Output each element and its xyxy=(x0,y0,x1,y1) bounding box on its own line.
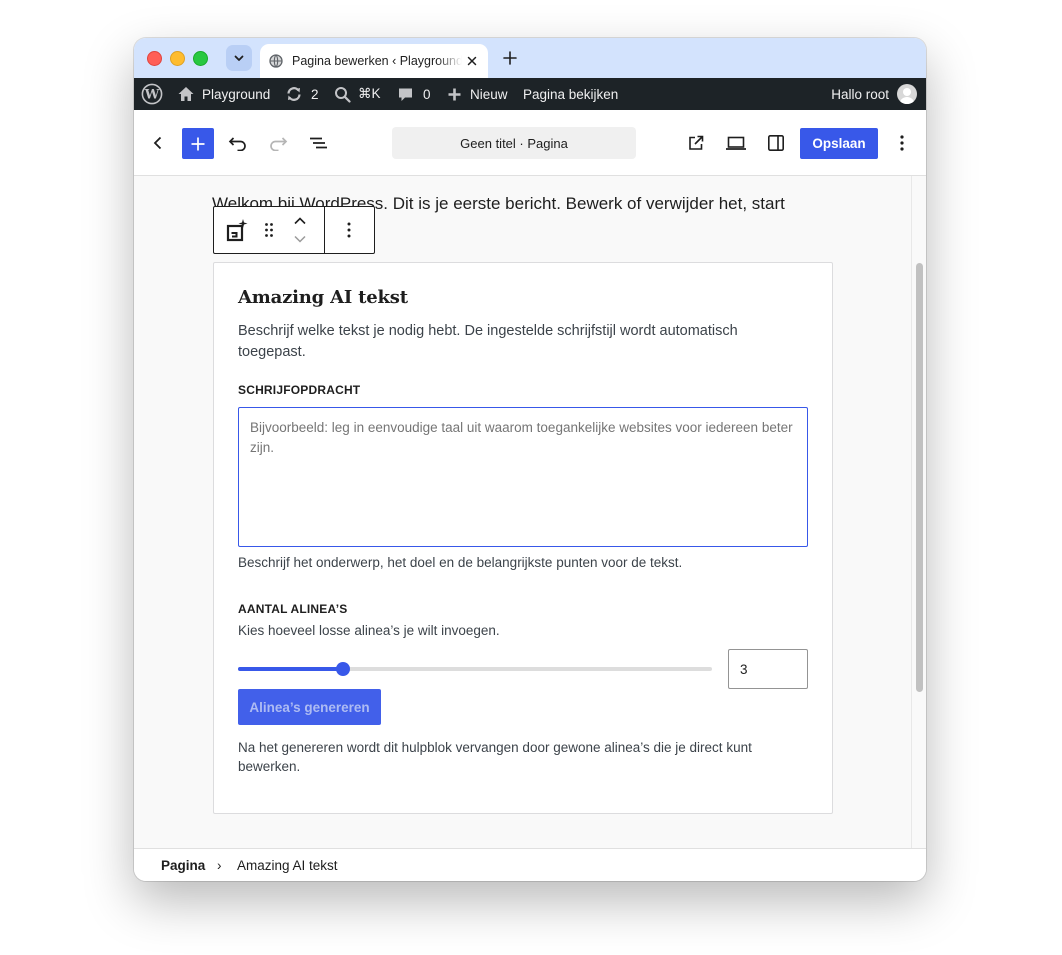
close-window-button[interactable] xyxy=(147,51,162,66)
comments-count: 0 xyxy=(423,86,431,102)
home-icon xyxy=(178,87,194,101)
more-vertical-icon xyxy=(347,222,351,238)
chevron-up-icon xyxy=(294,217,306,225)
block-breadcrumb: Pagina › Amazing AI tekst xyxy=(134,848,926,881)
ai-block-title: Amazing AI tekst xyxy=(238,287,408,308)
canvas-scrollbar[interactable] xyxy=(911,176,926,848)
external-link-icon xyxy=(689,135,704,150)
block-type-button[interactable] xyxy=(222,215,252,245)
site-name-label: Playground xyxy=(202,86,271,102)
drag-handle[interactable] xyxy=(258,217,280,243)
block-inserter-button[interactable] xyxy=(182,128,214,159)
breadcrumb-root[interactable]: Pagina xyxy=(161,849,205,881)
more-vertical-icon xyxy=(900,135,904,151)
new-tab-button[interactable] xyxy=(502,50,518,66)
ai-block-description: Beschrijf welke tekst je nodig hebt. De … xyxy=(238,323,738,360)
settings-sidebar-toggle[interactable] xyxy=(764,130,788,156)
prompt-label: SCHRIJFOPDRACHT xyxy=(238,383,361,397)
document-title-bar[interactable]: Geen titel · Pagina xyxy=(392,127,636,159)
tab-list-dropdown[interactable] xyxy=(226,45,252,71)
undo-icon xyxy=(228,137,246,151)
wordpress-logo-icon: W xyxy=(141,83,163,105)
chevron-left-icon xyxy=(153,136,162,150)
greeting-label: Hallo root xyxy=(831,86,889,102)
paragraphs-number-input[interactable] xyxy=(728,649,808,689)
paragraphs-label: AANTAL ALINEA’S xyxy=(238,602,348,616)
wp-admin-bar: W Playground 2 ⌘K 0 Nieuw Pagina bekijke… xyxy=(134,78,926,110)
site-name-menu[interactable]: Playground xyxy=(177,78,270,110)
document-title: Geen titel · Pagina xyxy=(460,135,568,151)
move-up-button[interactable] xyxy=(288,213,312,229)
view-page-label: Pagina bekijken xyxy=(523,86,619,102)
maximize-window-button[interactable] xyxy=(193,51,208,66)
search-shortcut: ⌘K xyxy=(358,86,381,101)
view-page-link[interactable]: Pagina bekijken xyxy=(523,78,618,110)
breadcrumb-current: Amazing AI tekst xyxy=(237,858,338,873)
list-view-icon xyxy=(310,137,327,149)
generate-paragraphs-button[interactable]: Alinea’s genereren xyxy=(238,689,381,725)
paragraphs-help-text: Kies hoeveel losse alinea’s je wilt invo… xyxy=(238,623,500,638)
breadcrumb-separator: › xyxy=(217,858,222,873)
comment-icon xyxy=(399,88,412,101)
save-button[interactable]: Opslaan xyxy=(800,128,878,159)
ai-block-footnote: Na het genereren wordt dit hulpblok verv… xyxy=(238,740,752,774)
new-content-menu[interactable]: Nieuw xyxy=(447,78,508,110)
browser-tab-active[interactable]: Pagina bewerken ‹ Playground — WordPress xyxy=(260,44,488,78)
desktop-icon xyxy=(726,136,746,150)
generate-button-label: Alinea’s genereren xyxy=(249,699,370,715)
drag-handle-icon xyxy=(265,223,273,237)
block-options-button[interactable] xyxy=(336,217,362,243)
prompt-help-text: Beschrijf het onderwerp, het doel en de … xyxy=(238,555,683,570)
back-button[interactable] xyxy=(148,130,168,156)
browser-tab-bar: Pagina bewerken ‹ Playground — WordPress xyxy=(134,38,926,78)
ai-text-block: Amazing AI tekst Beschrijf welke tekst j… xyxy=(213,262,833,814)
browser-window: Pagina bewerken ‹ Playground — WordPress… xyxy=(134,38,926,881)
slider-fill xyxy=(238,667,344,671)
undo-button[interactable] xyxy=(226,130,250,156)
paragraphs-slider[interactable] xyxy=(238,662,712,676)
minimize-window-button[interactable] xyxy=(170,51,185,66)
command-palette-button[interactable]: ⌘K xyxy=(334,78,381,110)
preview-device-button[interactable] xyxy=(723,130,749,156)
ai-block-icon xyxy=(226,219,248,242)
new-content-label: Nieuw xyxy=(470,86,508,102)
account-menu[interactable]: Hallo root xyxy=(831,78,917,110)
comments-menu[interactable]: 0 xyxy=(397,78,431,110)
chevron-down-icon xyxy=(234,55,244,61)
svg-text:W: W xyxy=(144,88,160,103)
updates-count: 2 xyxy=(311,86,319,102)
updates-menu[interactable]: 2 xyxy=(285,78,319,110)
avatar xyxy=(897,84,917,104)
redo-button[interactable] xyxy=(266,130,290,156)
slider-thumb[interactable] xyxy=(336,662,351,676)
document-overview-button[interactable] xyxy=(306,130,330,156)
editor-canvas: Welkom bij WordPress. Dit is je eerste b… xyxy=(134,176,911,848)
save-button-label: Opslaan xyxy=(812,136,866,151)
block-toolbar xyxy=(213,206,375,254)
sidebar-icon xyxy=(767,134,784,151)
tab-title: Pagina bewerken ‹ Playground — WordPress xyxy=(292,54,462,68)
chevron-down-icon xyxy=(294,235,306,243)
redo-icon xyxy=(270,137,288,151)
plus-icon xyxy=(448,88,461,100)
move-down-button[interactable] xyxy=(288,231,312,247)
scrollbar-thumb[interactable] xyxy=(916,263,923,692)
editor-header: Geen titel · Pagina Opslaan xyxy=(134,110,926,176)
prompt-textarea[interactable] xyxy=(238,407,808,547)
plus-icon xyxy=(191,137,205,150)
search-icon xyxy=(335,86,351,103)
updates-icon xyxy=(287,87,301,101)
globe-icon xyxy=(269,54,283,68)
options-menu-button[interactable] xyxy=(890,130,914,156)
wordpress-logo-menu[interactable]: W xyxy=(141,78,163,110)
close-icon[interactable] xyxy=(465,54,479,68)
view-page-button[interactable] xyxy=(684,130,708,156)
toolbar-divider xyxy=(324,207,325,253)
